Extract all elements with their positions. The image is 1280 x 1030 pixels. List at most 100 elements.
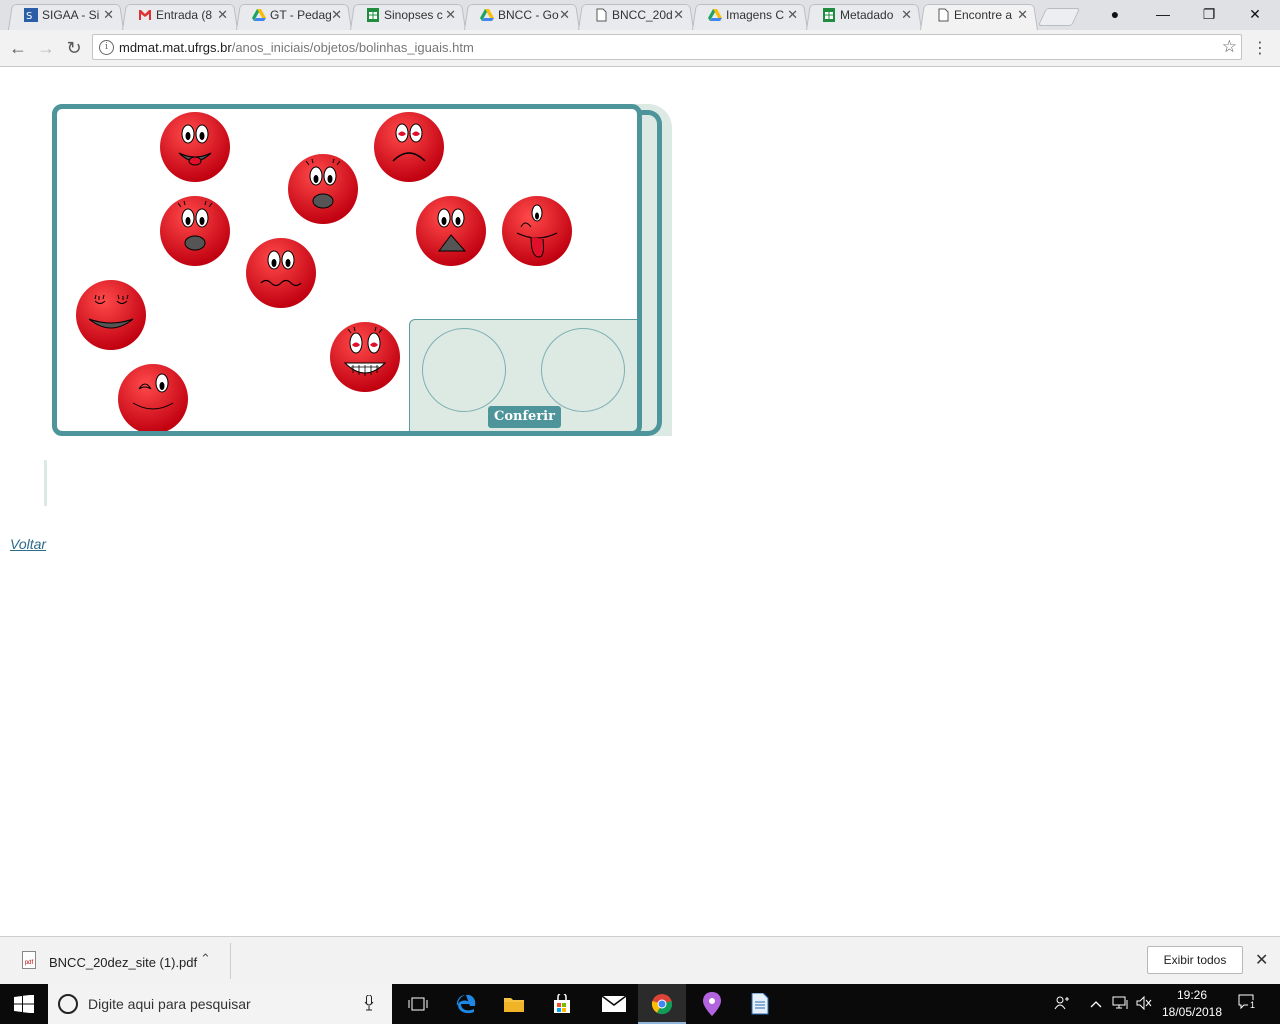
tab-title: Sinopses c	[384, 8, 443, 22]
tab-close-icon[interactable]: ✕	[217, 2, 228, 28]
address-bar[interactable]: i mdmat.mat.ufrgs.br/anos_iniciais/objet…	[92, 34, 1242, 60]
smiley-ball-grinning[interactable]	[329, 321, 401, 393]
back-arrow-icon[interactable]: ←	[8, 38, 28, 58]
clock[interactable]: 19:26 18/05/2018	[1160, 987, 1224, 1021]
tab-title: Imagens C	[726, 8, 785, 22]
tab-title: Encontre a	[954, 8, 1013, 22]
profile-icon[interactable]: ●	[1092, 0, 1138, 28]
word-document-icon[interactable]	[736, 984, 784, 1024]
tab-bncc-pdf[interactable]: BNCC_20d ✕	[578, 2, 694, 30]
chevron-up-tray-icon[interactable]	[1090, 996, 1102, 1011]
sigaa-icon: S	[24, 8, 38, 22]
sheets-icon	[823, 8, 835, 22]
volume-muted-icon[interactable]	[1136, 995, 1152, 1013]
restore-button[interactable]: ❐	[1186, 0, 1232, 28]
search-placeholder: Digite aqui para pesquisar	[88, 996, 251, 1012]
file-explorer-icon[interactable]	[490, 984, 538, 1024]
tab-close-icon[interactable]: ✕	[901, 2, 912, 28]
tab-title: SIGAA - Si	[42, 8, 100, 22]
check-button[interactable]: Conferir	[488, 406, 561, 428]
tab-drive-bncc[interactable]: BNCC - Go ✕	[464, 2, 580, 30]
tab-gmail[interactable]: Entrada (8 ✕	[122, 2, 238, 30]
tab-drive-gt[interactable]: GT - Pedag ✕	[236, 2, 352, 30]
notification-count: 1	[1248, 1000, 1258, 1010]
smiley-ball-surprised[interactable]	[287, 153, 359, 225]
pdf-file-icon: pdf	[22, 951, 36, 969]
smiley-ball-sad[interactable]	[373, 111, 445, 183]
smiley-ball-scared[interactable]	[415, 195, 487, 267]
tab-close-icon[interactable]: ✕	[1017, 2, 1028, 28]
download-filename[interactable]: BNCC_20dez_site (1).pdf	[49, 955, 197, 970]
cortana-icon[interactable]	[58, 994, 78, 1014]
drive-icon	[480, 9, 494, 21]
windows-start-icon[interactable]	[14, 995, 34, 1013]
url-text[interactable]: mdmat.mat.ufrgs.br/anos_iniciais/objetos…	[119, 40, 474, 55]
clock-time: 19:26	[1176, 988, 1208, 1002]
divider	[230, 943, 231, 979]
store-icon[interactable]	[538, 984, 586, 1024]
tab-title: GT - Pedag	[270, 8, 332, 22]
new-tab-button[interactable]	[1037, 8, 1081, 26]
tab-drive-imagens[interactable]: Imagens C ✕	[692, 2, 808, 30]
minimize-button[interactable]: —	[1140, 0, 1186, 28]
edge-browser-icon[interactable]	[442, 984, 490, 1024]
svg-text:S: S	[26, 11, 32, 22]
smiley-ball-wink[interactable]	[117, 363, 189, 431]
task-view-icon[interactable]	[394, 984, 442, 1024]
tab-close-icon[interactable]: ✕	[445, 2, 456, 28]
smiley-ball-tongue[interactable]	[501, 195, 573, 267]
decorative-bar	[44, 460, 47, 506]
smiley-ball-nauseous[interactable]	[245, 237, 317, 309]
people-icon[interactable]	[1054, 996, 1070, 1013]
chrome-icon[interactable]	[638, 984, 686, 1024]
reload-icon[interactable]: ↻	[64, 38, 84, 58]
answer-slot-right[interactable]	[541, 328, 625, 412]
tab-encontre-active[interactable]: Encontre a ✕	[920, 2, 1038, 30]
download-shelf: pdf BNCC_20dez_site (1).pdf ⌃ Exibir tod…	[0, 936, 1280, 985]
sheets-icon	[367, 8, 379, 22]
menu-dots-icon[interactable]: ⋮	[1252, 38, 1268, 58]
forward-arrow-icon[interactable]: →	[36, 38, 56, 58]
browser-toolbar: ← → ↻ i mdmat.mat.ufrgs.br/anos_iniciais…	[0, 30, 1280, 67]
tab-close-icon[interactable]: ✕	[103, 2, 114, 28]
mail-icon[interactable]	[590, 984, 638, 1024]
show-all-button[interactable]: Exibir todos	[1147, 946, 1243, 974]
taskbar-search-box[interactable]: Digite aqui para pesquisar	[48, 984, 392, 1024]
game-board: Conferir	[52, 104, 642, 436]
tab-strip: S SIGAA - Si ✕ Entrada (8 ✕ GT - Pedag ✕…	[0, 0, 1280, 30]
tab-close-icon[interactable]: ✕	[559, 2, 570, 28]
maps-pin-icon[interactable]	[688, 984, 736, 1024]
bookmark-star-icon[interactable]: ☆	[1222, 37, 1237, 57]
notification-center-icon[interactable]: 1	[1238, 994, 1258, 1014]
smiley-ball-content[interactable]	[75, 279, 147, 351]
tab-close-icon[interactable]: ✕	[787, 2, 798, 28]
tab-title: BNCC_20d	[612, 8, 673, 22]
tab-title: BNCC - Go	[498, 8, 559, 22]
answer-drop-zone[interactable]: Conferir	[409, 319, 637, 431]
tab-title: Metadado	[840, 8, 894, 22]
info-icon[interactable]: i	[99, 40, 114, 55]
network-icon[interactable]	[1112, 996, 1130, 1013]
tab-sheets-metadados[interactable]: Metadado ✕	[806, 2, 922, 30]
tab-sheets-sinopses[interactable]: Sinopses c ✕	[350, 2, 466, 30]
answer-slot-left[interactable]	[422, 328, 506, 412]
url-host: mdmat.mat.ufrgs.br	[119, 40, 232, 55]
tab-sigaa[interactable]: S SIGAA - Si ✕	[8, 2, 124, 30]
drive-icon	[708, 9, 722, 21]
close-shelf-icon[interactable]: ✕	[1255, 950, 1268, 970]
smiley-ball-shocked[interactable]	[159, 195, 231, 267]
tab-title: Entrada (8	[156, 8, 213, 22]
game-stage: Conferir	[52, 104, 672, 436]
smiley-ball-happy[interactable]	[159, 111, 231, 183]
chevron-up-icon[interactable]: ⌃	[200, 951, 211, 967]
tab-close-icon[interactable]: ✕	[673, 2, 684, 28]
document-icon	[596, 8, 607, 22]
url-path: /anos_iniciais/objetos/bolinhas_iguais.h…	[231, 40, 474, 55]
clock-date: 18/05/2018	[1161, 1005, 1223, 1019]
gmail-icon	[139, 10, 151, 20]
tab-close-icon[interactable]: ✕	[331, 2, 342, 28]
back-link[interactable]: Voltar	[10, 536, 46, 552]
microphone-icon[interactable]	[364, 994, 374, 1014]
close-window-button[interactable]: ✕	[1232, 0, 1278, 28]
document-icon	[938, 8, 949, 22]
